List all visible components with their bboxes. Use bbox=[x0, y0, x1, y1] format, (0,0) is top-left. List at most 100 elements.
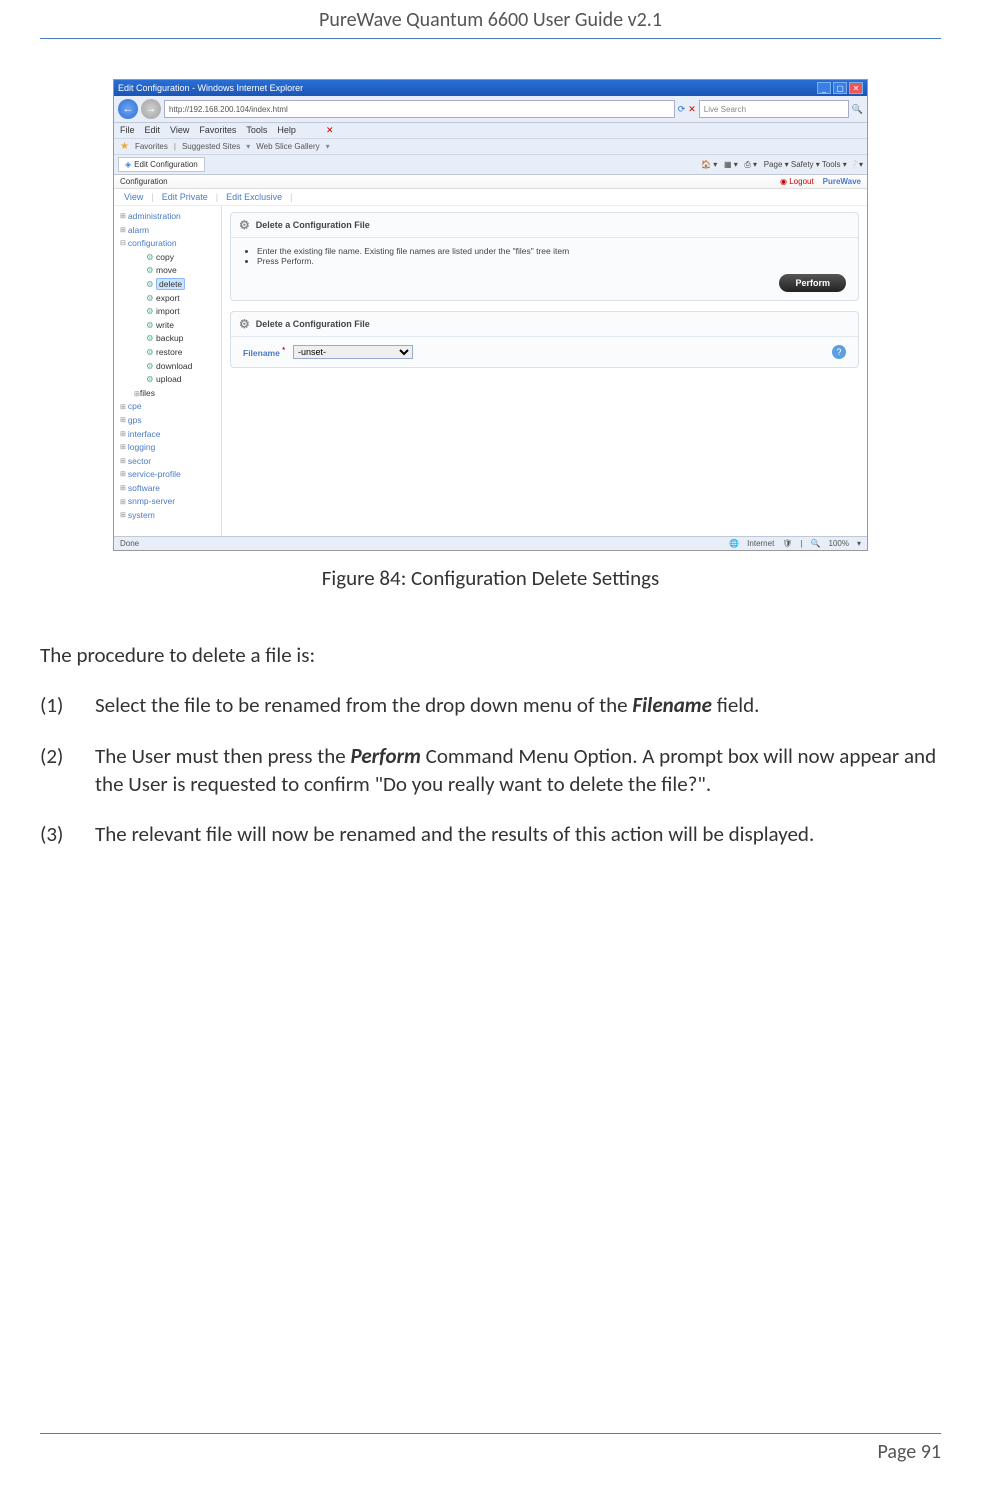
menu-file[interactable]: File bbox=[120, 125, 135, 136]
tree-label: backup bbox=[156, 333, 183, 343]
brand-label: PureWave bbox=[823, 177, 861, 186]
tree-item[interactable]: ⊞gps bbox=[116, 414, 219, 428]
tab-view[interactable]: View bbox=[124, 192, 143, 202]
status-zone: Internet bbox=[747, 539, 774, 548]
expand-icon[interactable]: ⊞ bbox=[120, 497, 126, 508]
expand-icon[interactable]: ⊞ bbox=[120, 211, 126, 222]
expand-icon[interactable]: ⊞ bbox=[120, 415, 126, 426]
menu-tools[interactable]: Tools bbox=[246, 125, 267, 136]
menu-edit[interactable]: Edit bbox=[145, 125, 161, 136]
tree-item[interactable]: ⚙ backup bbox=[116, 332, 219, 346]
protected-mode-icon: 🛡 bbox=[782, 539, 792, 548]
tab-edit-exclusive[interactable]: Edit Exclusive bbox=[226, 192, 282, 202]
expand-icon[interactable]: ⊞ bbox=[120, 456, 126, 467]
address-bar[interactable]: http://192.168.200.104/index.html bbox=[164, 100, 675, 118]
tree-label: restore bbox=[156, 347, 182, 357]
expand-icon[interactable]: ⊞ bbox=[120, 225, 126, 236]
tree-item[interactable]: ⊞sector bbox=[116, 455, 219, 469]
tree-item[interactable]: ⚙ upload bbox=[116, 373, 219, 387]
page-header: PureWave Quantum 6600 User Guide v2.1 bbox=[40, 0, 941, 39]
ie-tab[interactable]: ◈ Edit Configuration bbox=[118, 157, 205, 172]
tree-item[interactable]: ⊞logging bbox=[116, 441, 219, 455]
tree-item[interactable]: ⊞files bbox=[116, 387, 219, 401]
tree-label: copy bbox=[156, 252, 174, 262]
tree-label: system bbox=[128, 509, 155, 523]
action-icon: ⚙ bbox=[146, 306, 154, 316]
maximize-button[interactable]: ▢ bbox=[833, 82, 847, 94]
zoom-icon[interactable]: 🔍 bbox=[811, 539, 821, 548]
help-icon[interactable]: ? bbox=[832, 345, 846, 359]
procedure-step: (1) Select the file to be renamed from t… bbox=[40, 691, 941, 719]
search-box[interactable]: Live Search bbox=[699, 100, 849, 118]
expand-icon[interactable]: ⊞ bbox=[120, 442, 126, 453]
tree-item[interactable]: ⊞administration bbox=[116, 210, 219, 224]
search-icon[interactable]: 🔍 bbox=[852, 104, 863, 115]
tree-label: write bbox=[156, 320, 174, 330]
step-bold: Perform bbox=[351, 743, 421, 769]
ie-page-tools[interactable]: 🏠 ▾ ▦ ▾ ⎙ ▾ Page ▾ Safety ▾ Tools ▾ ❔▾ bbox=[701, 160, 863, 170]
collapse-icon[interactable]: ⊟ bbox=[120, 238, 126, 249]
step-bold: Filename bbox=[632, 692, 712, 718]
tree-item[interactable]: ⚙ download bbox=[116, 360, 219, 374]
print-icon[interactable]: ⎙ bbox=[744, 160, 750, 169]
tree-item[interactable]: ⊞interface bbox=[116, 428, 219, 442]
favorites-star-icon[interactable]: ★ bbox=[120, 141, 129, 152]
expand-icon[interactable]: ⊞ bbox=[120, 483, 126, 494]
expand-icon[interactable]: ⊞ bbox=[120, 510, 126, 521]
tree-item[interactable]: ⚙ export bbox=[116, 292, 219, 306]
menu-view[interactable]: View bbox=[170, 125, 189, 136]
tree-label: delete bbox=[156, 278, 185, 290]
zoom-dropdown-icon[interactable]: ▾ bbox=[857, 539, 861, 548]
menu-help[interactable]: Help bbox=[277, 125, 296, 136]
tree-item-selected[interactable]: ⚙ delete bbox=[116, 278, 219, 292]
home-icon[interactable]: 🏠 bbox=[701, 160, 711, 169]
tree-item[interactable]: ⊞service-profile bbox=[116, 468, 219, 482]
expand-icon[interactable]: ⊞ bbox=[120, 469, 126, 480]
expand-icon[interactable]: ⊞ bbox=[120, 429, 126, 440]
app-mode-tabs: View | Edit Private | Edit Exclusive | bbox=[114, 189, 867, 206]
tree-item[interactable]: ⊞software bbox=[116, 482, 219, 496]
search-placeholder: Live Search bbox=[704, 105, 746, 114]
tree-item[interactable]: ⊞snmp-server bbox=[116, 495, 219, 509]
card-title: Delete a Configuration File bbox=[256, 319, 370, 329]
forward-button[interactable]: → bbox=[141, 99, 161, 119]
feeds-icon[interactable]: ▦ bbox=[724, 160, 732, 169]
step-number: (3) bbox=[40, 820, 95, 848]
tree-label: download bbox=[156, 361, 192, 371]
web-slice-link[interactable]: Web Slice Gallery bbox=[256, 142, 319, 151]
filename-label-text: Filename bbox=[243, 348, 280, 358]
filename-row: Filename * -unset- ? bbox=[243, 345, 846, 359]
refresh-icon[interactable]: ⟳ bbox=[678, 104, 686, 115]
favorites-label[interactable]: Favorites bbox=[135, 142, 168, 151]
logout-link[interactable]: ◉ Logout bbox=[780, 177, 816, 186]
filename-select[interactable]: -unset- bbox=[293, 345, 413, 359]
tab-edit-private[interactable]: Edit Private bbox=[162, 192, 208, 202]
tree-label: alarm bbox=[128, 224, 149, 238]
tree-label: export bbox=[156, 293, 180, 303]
close-button[interactable]: ✕ bbox=[849, 82, 863, 94]
perform-button[interactable]: Perform bbox=[779, 274, 846, 292]
help-icon[interactable]: ❔ bbox=[849, 160, 859, 169]
action-icon: ⚙ bbox=[146, 361, 154, 371]
expand-icon[interactable]: ⊞ bbox=[120, 402, 126, 413]
stop-icon[interactable]: ✕ bbox=[688, 104, 696, 115]
addon-disabled-icon[interactable]: ✕ bbox=[326, 125, 334, 136]
tree-item[interactable]: ⚙ write bbox=[116, 319, 219, 333]
suggested-sites-link[interactable]: Suggested Sites bbox=[182, 142, 240, 151]
tree-item[interactable]: ⊞alarm bbox=[116, 224, 219, 238]
ie-menu-bar: File Edit View Favorites Tools Help ✕ bbox=[114, 123, 867, 139]
tree-item[interactable]: ⚙ move bbox=[116, 264, 219, 278]
logout-label: Logout bbox=[789, 177, 813, 186]
tree-item[interactable]: ⊞cpe bbox=[116, 400, 219, 414]
tree-label: configuration bbox=[128, 237, 177, 251]
page-footer: Page 91 bbox=[40, 1433, 941, 1464]
tree-item[interactable]: ⊟configuration bbox=[116, 237, 219, 251]
tree-item[interactable]: ⚙ restore bbox=[116, 346, 219, 360]
menu-favorites[interactable]: Favorites bbox=[199, 125, 236, 136]
tree-item[interactable]: ⚙ import bbox=[116, 305, 219, 319]
tree-item[interactable]: ⚙ copy bbox=[116, 251, 219, 265]
tree-item[interactable]: ⊞system bbox=[116, 509, 219, 523]
minimize-button[interactable]: _ bbox=[817, 82, 831, 94]
zoom-level[interactable]: 100% bbox=[829, 539, 849, 548]
back-button[interactable]: ← bbox=[118, 99, 138, 119]
